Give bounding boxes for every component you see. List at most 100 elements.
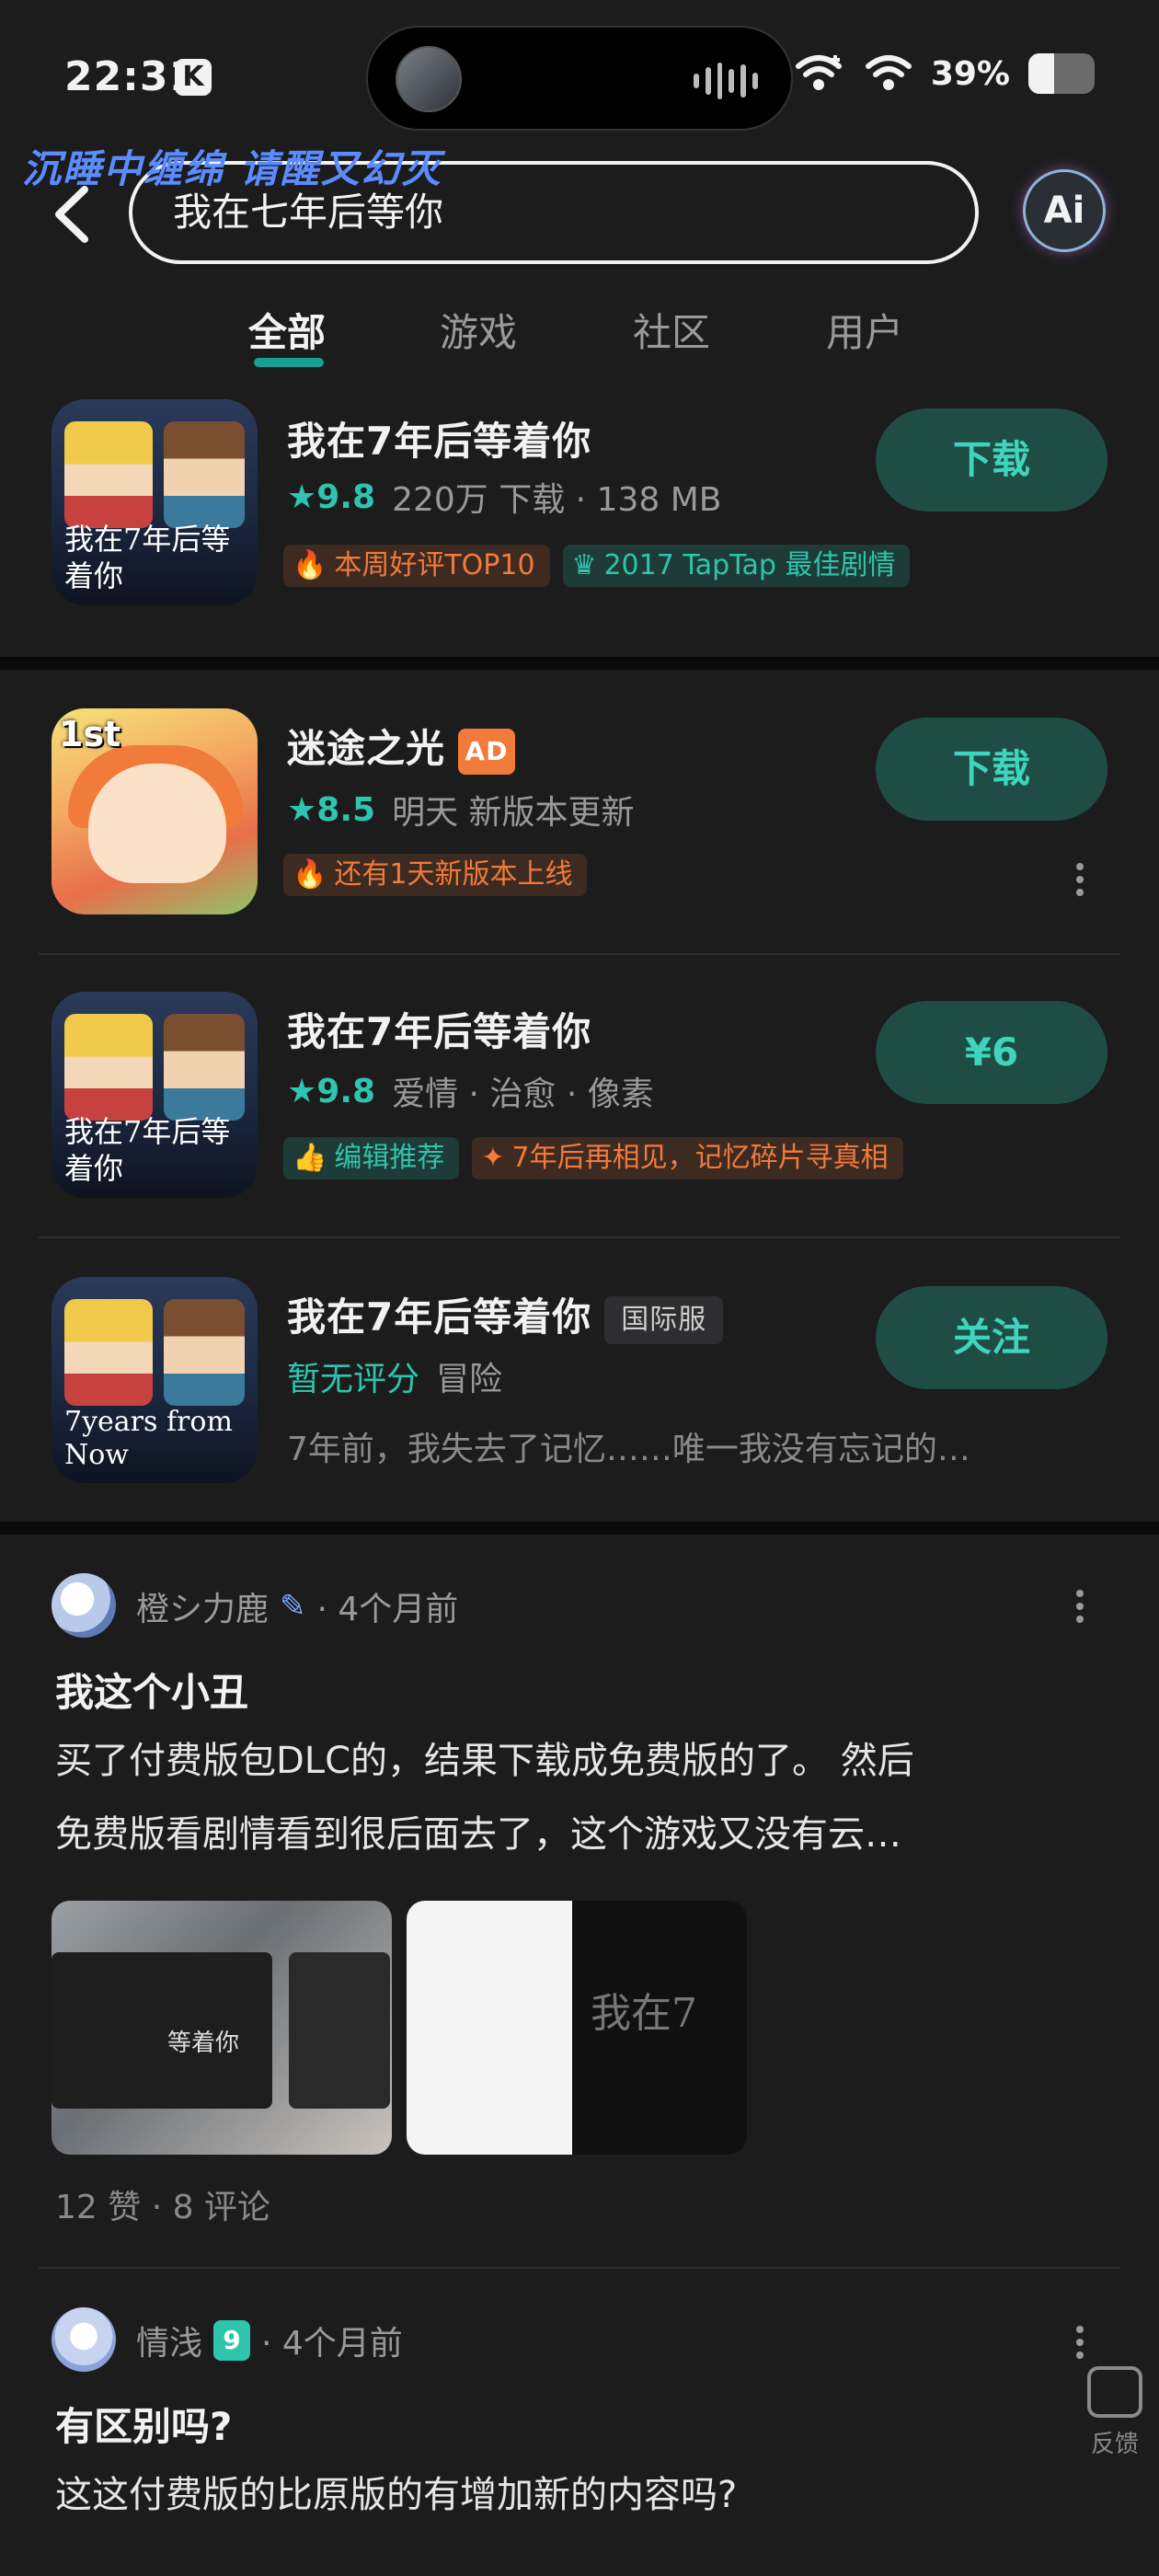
more-options-icon[interactable] [1073, 1590, 1087, 1623]
icon-character-girl [64, 1014, 153, 1121]
app-title-row[interactable]: 我在7年后等着你 国际服 [287, 1286, 724, 1344]
more-options-icon[interactable] [1073, 2326, 1087, 2359]
list-divider [39, 2267, 1120, 2269]
icon-character-face [88, 764, 226, 883]
level-badge: 9 [213, 2320, 251, 2361]
app-genres: 爱情 · 治愈 · 像素 [392, 1075, 654, 1113]
battery-icon [1028, 53, 1095, 94]
image-screen [289, 1952, 390, 2109]
download-button[interactable]: 下载 [876, 718, 1107, 821]
tab-community[interactable]: 社区 [633, 302, 710, 358]
username[interactable]: 情浅 [136, 2317, 202, 2364]
image-caption: 等着你 [167, 2030, 240, 2057]
post-image[interactable]: 等着你 [52, 1901, 392, 2155]
app-notification-icon: K [175, 59, 212, 96]
buy-button[interactable]: ¥6 [876, 1001, 1107, 1104]
rating-star-icon: ★ [287, 790, 317, 829]
tab-all-label: 全部 [248, 310, 327, 355]
no-rating-label: 暂无评分 [287, 1361, 420, 1398]
avatar[interactable] [52, 1573, 116, 1638]
app-card-ad[interactable]: 1st 迷途之光 AD ★ 8.5 明天 新版本更新 下载 🔥 还有1天新版本上线 [0, 705, 1159, 944]
tab-games[interactable]: 游戏 [440, 302, 517, 358]
ad-badge: AD [458, 728, 516, 775]
post-time: · 4个月前 [261, 2325, 403, 2363]
app-meta: ★ 9.8 220万 下载 · 138 MB [287, 473, 721, 521]
trophy-icon: ♛ [571, 549, 597, 581]
tag-badge[interactable]: 🔥 本周好评TOP10 [283, 545, 550, 587]
icon-character-boy [164, 1299, 245, 1406]
creator-badge-icon: ✎ [280, 1588, 306, 1625]
follow-button[interactable]: 关注 [876, 1286, 1107, 1389]
feedback-icon [1087, 2366, 1142, 2418]
post-body-line: 买了付费版包DLC的，结果下载成免费版的了。 然后 [55, 1740, 914, 1782]
app-icon[interactable]: 1st [52, 708, 258, 914]
post-author: 情浅 9 · 4个月前 [136, 2317, 403, 2364]
tag-label: 本周好评TOP10 [334, 549, 535, 581]
rating-star-icon: ★ [287, 1072, 317, 1110]
app-icon[interactable]: 我在7年后等着你 [52, 399, 258, 605]
list-divider [39, 953, 1120, 955]
app-title-row[interactable]: 迷途之光 AD [287, 718, 516, 775]
post-body: 这这付费版的比原版的有增加新的内容吗? [55, 2458, 1104, 2532]
icon-character-girl [64, 1299, 153, 1406]
tab-all[interactable]: 全部 [248, 302, 327, 367]
icon-caption: 1st [59, 714, 121, 754]
more-options-icon[interactable] [1073, 863, 1087, 896]
ai-assistant-button[interactable]: Ai [1023, 169, 1106, 252]
icon-caption: 7years from Now [64, 1406, 233, 1471]
post-stats[interactable]: 12 赞 · 8 评论 [55, 2180, 270, 2228]
now-playing-avatar [396, 46, 462, 112]
app-icon[interactable]: 我在7年后等着你 [52, 992, 258, 1198]
post-time: · 4个月前 [316, 1591, 459, 1628]
avatar[interactable] [52, 2307, 116, 2372]
app-downloads: 220万 下载 · 138 MB [392, 481, 722, 519]
feedback-button[interactable]: 反馈 [1078, 2366, 1152, 2459]
icon-character-girl [64, 421, 153, 528]
thumbs-up-icon: 👍 [293, 1142, 327, 1174]
section-divider [0, 657, 1159, 670]
app-meta: ★ 8.5 明天 新版本更新 [287, 786, 635, 834]
post-body: 买了付费版包DLC的，结果下载成免费版的了。 然后 免费版看剧情看到很后面去了，… [55, 1724, 1104, 1871]
app-title[interactable]: 我在7年后等着你 [287, 1001, 591, 1057]
post-title: 有区别吗? [55, 2404, 233, 2449]
image-caption: 我在7 [591, 1990, 697, 2037]
icon-caption: 我在7年后等着你 [64, 522, 231, 593]
search-tabs: 全部 游戏 社区 用户 [0, 302, 1159, 367]
app-title[interactable]: 我在7年后等着你 [287, 410, 591, 466]
tag-badge[interactable]: 👍 编辑推荐 [283, 1137, 460, 1179]
app-title: 我在7年后等着你 [287, 1294, 592, 1340]
app-rating: 8.5 [316, 790, 376, 829]
tag-badge[interactable]: ♛ 2017 TapTap 最佳剧情 [562, 545, 911, 587]
app-title: 迷途之光 [287, 726, 446, 771]
app-genres: 冒险 [436, 1361, 503, 1398]
dynamic-island[interactable] [366, 26, 793, 131]
tab-users[interactable]: 用户 [826, 302, 903, 358]
tag-badge[interactable]: 🔥 还有1天新版本上线 [283, 854, 588, 896]
app-meta: ★ 9.8 爱情 · 治愈 · 像素 [287, 1067, 654, 1115]
tab-active-indicator [254, 358, 324, 367]
tag-label: 7年后再相见，记忆碎片寻真相 [511, 1142, 889, 1174]
icon-caption: 我在7年后等着你 [64, 1114, 231, 1186]
download-button[interactable]: 下载 [876, 408, 1107, 512]
tag-badge[interactable]: ✦ 7年后再相见，记忆碎片寻真相 [472, 1137, 903, 1179]
app-meta: 暂无评分 冒险 [287, 1352, 502, 1400]
app-card[interactable]: 我在7年后等着你 我在7年后等着你 ★ 9.8 爱情 · 治愈 · 像素 ¥6 … [0, 988, 1159, 1227]
tag-row: 👍 编辑推荐 ✦ 7年后再相见，记忆碎片寻真相 [283, 1137, 903, 1179]
audio-wave-icon [694, 63, 758, 99]
post-body-line: 这这付费版的比原版的有增加新的内容吗? [55, 2474, 738, 2516]
status-indicators: 39% [795, 53, 1095, 94]
section-divider [0, 1522, 1159, 1535]
search-query: 我在七年后等你 [173, 190, 444, 235]
post-image[interactable]: 我在7 [407, 1901, 747, 2155]
tag-label: 2017 TapTap 最佳剧情 [603, 549, 896, 581]
app-rating: 9.8 [316, 1072, 376, 1110]
post-body-line: 免费版看剧情看到很后面去了，这个游戏又没有云… [55, 1813, 901, 1856]
region-badge: 国际服 [604, 1295, 724, 1344]
app-icon[interactable]: 7years from Now [52, 1277, 258, 1483]
app-card[interactable]: 我在7年后等着你 我在7年后等着你 ★ 9.8 220万 下载 · 138 MB… [0, 396, 1159, 635]
icon-character-boy [164, 1014, 245, 1121]
fire-icon: 🔥 [293, 858, 327, 891]
rating-star-icon: ★ [287, 477, 317, 516]
app-card[interactable]: 7years from Now 我在7年后等着你 国际服 暂无评分 冒险 7年前，… [0, 1273, 1159, 1494]
username[interactable]: 橙シ力鹿 [136, 1582, 269, 1630]
